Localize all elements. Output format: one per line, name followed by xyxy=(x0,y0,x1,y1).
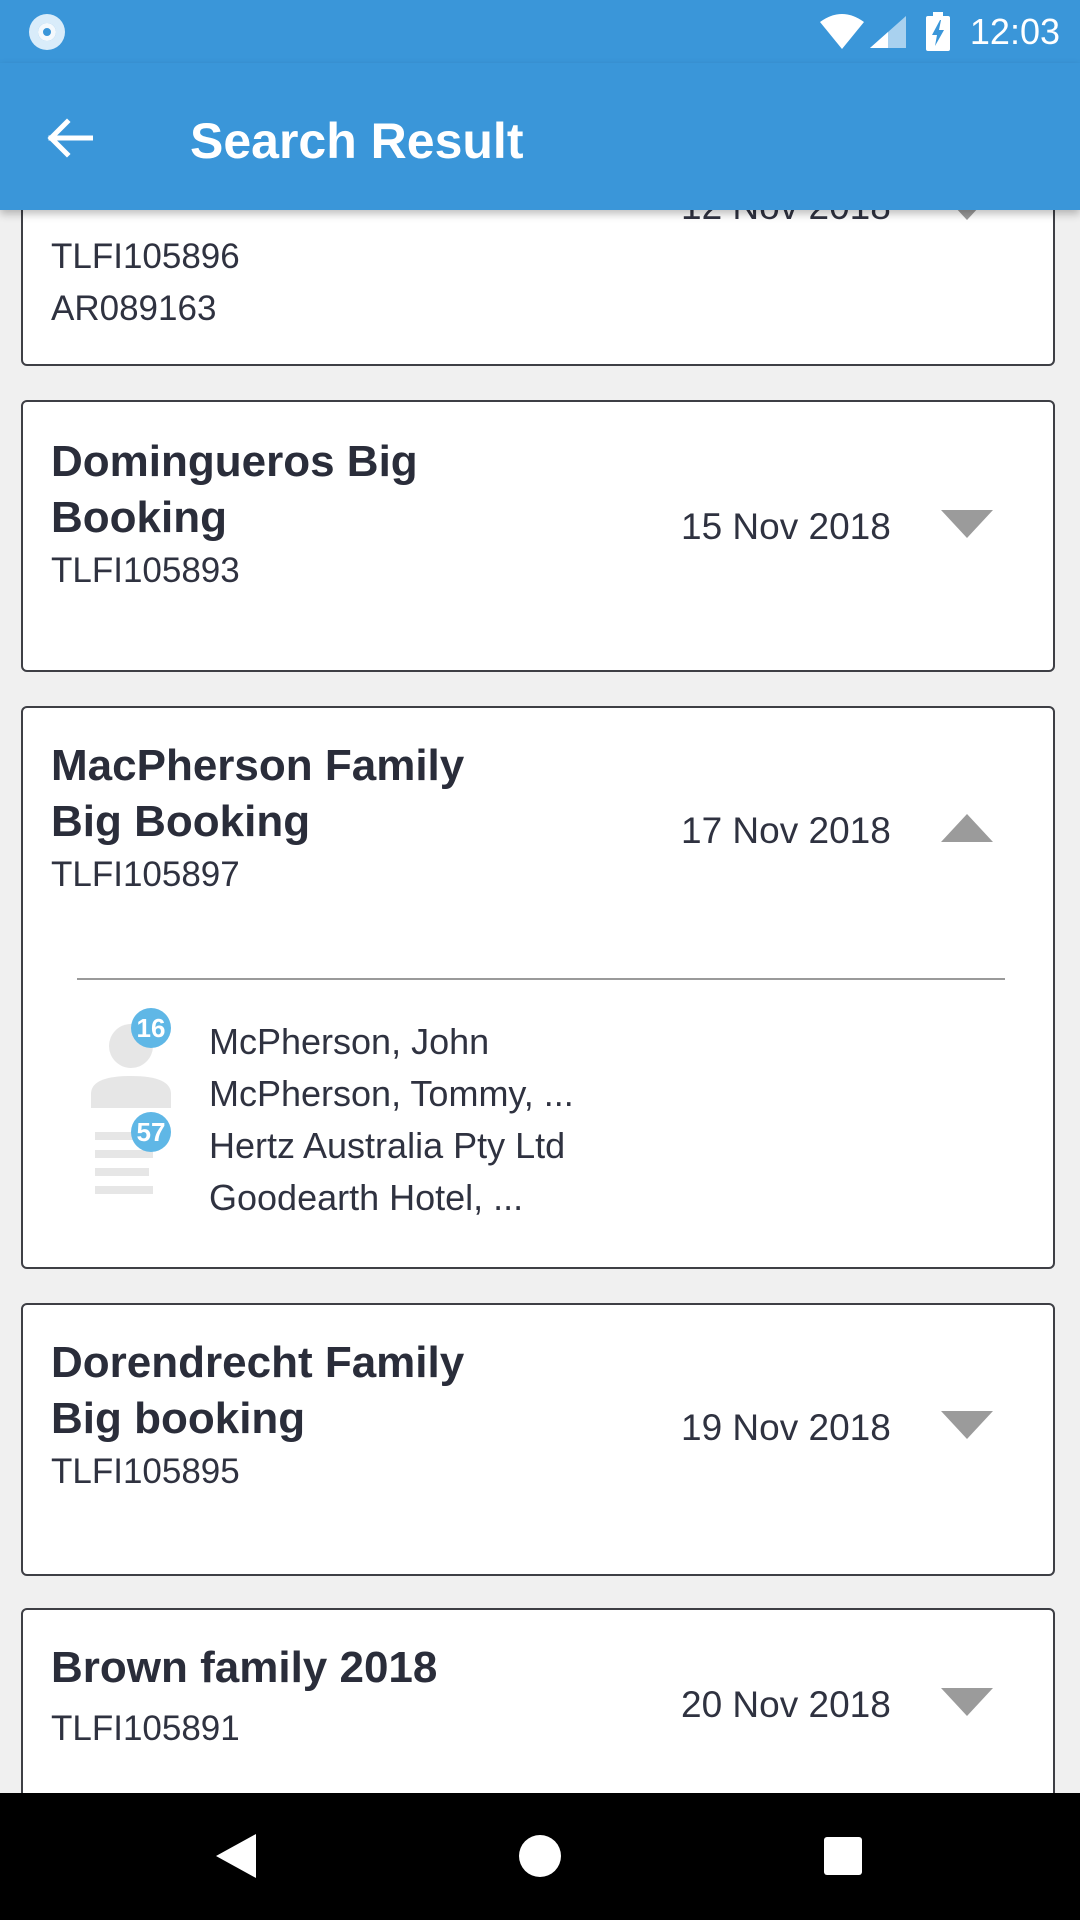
supplier-line-1: Hertz Australia Pty Ltd xyxy=(209,1125,566,1166)
booking-title: Domingueros Big Booking xyxy=(51,437,418,542)
booking-card[interactable]: Brown family 2018 TLFI105891 20 Nov 2018 xyxy=(21,1608,1055,1793)
booking-card[interactable]: TLFI105896 AR089163 12 Nov 2018 xyxy=(21,210,1055,366)
app-bar: Search Result xyxy=(0,63,1080,210)
passenger-count-badge: 16 xyxy=(131,1008,171,1048)
booking-card-expanded[interactable]: MacPherson Family Big Booking TLFI105897… xyxy=(21,706,1055,1269)
booking-ref: TLFI105895 xyxy=(51,1452,240,1491)
passenger-line-2: McPherson, Tommy, ... xyxy=(209,1073,574,1114)
nav-back-button[interactable] xyxy=(203,1823,269,1889)
booking-ref: TLFI105896 xyxy=(51,237,240,276)
square-recents-icon xyxy=(824,1837,862,1875)
wifi-icon xyxy=(819,14,864,49)
chevron-down-icon[interactable] xyxy=(941,1688,993,1718)
chevron-up-icon[interactable] xyxy=(941,814,993,844)
booking-date: 15 Nov 2018 xyxy=(681,506,891,547)
search-results-list[interactable]: TLFI105896 AR089163 12 Nov 2018 Domingue… xyxy=(0,210,1080,1793)
battery-charging-icon xyxy=(925,12,950,51)
page-title: Search Result xyxy=(190,113,524,169)
booking-date: 12 Nov 2018 xyxy=(681,210,891,232)
chevron-down-icon[interactable] xyxy=(941,510,993,540)
booking-ref-secondary: AR089163 xyxy=(51,289,217,328)
booking-ref: TLFI105897 xyxy=(51,855,240,894)
supplier-line-2: Goodearth Hotel, ... xyxy=(209,1177,524,1218)
chevron-down-icon[interactable] xyxy=(941,1411,993,1441)
booking-title: Brown family 2018 xyxy=(51,1643,438,1692)
signal-icon xyxy=(869,16,906,48)
status-bar: 12:03 xyxy=(0,0,1080,63)
notification-icon xyxy=(29,14,65,50)
passenger-line-1: McPherson, John xyxy=(209,1021,490,1062)
booking-card[interactable]: Dorendrecht Family Big booking TLFI10589… xyxy=(21,1303,1055,1576)
booking-ref: TLFI105893 xyxy=(51,551,240,590)
divider xyxy=(77,978,1005,980)
supplier-count-badge: 57 xyxy=(131,1112,171,1152)
nav-recents-button[interactable] xyxy=(810,1823,876,1889)
system-nav-bar xyxy=(0,1793,1080,1920)
circle-home-icon xyxy=(519,1835,561,1877)
booking-card[interactable]: Domingueros Big Booking TLFI105893 15 No… xyxy=(21,400,1055,672)
back-button[interactable] xyxy=(40,108,100,168)
booking-title: Dorendrecht Family Big booking xyxy=(51,1338,465,1443)
status-icons: 12:03 xyxy=(819,8,1060,56)
booking-ref: TLFI105891 xyxy=(51,1709,240,1748)
arrow-left-icon xyxy=(47,118,93,158)
chevron-down-icon[interactable] xyxy=(941,210,993,222)
status-time: 12:03 xyxy=(969,11,1060,52)
booking-date: 19 Nov 2018 xyxy=(681,1407,891,1448)
booking-title: MacPherson Family Big Booking xyxy=(51,741,465,846)
triangle-back-icon xyxy=(216,1834,256,1878)
booking-date: 20 Nov 2018 xyxy=(681,1684,891,1725)
nav-home-button[interactable] xyxy=(507,1823,573,1889)
booking-date: 17 Nov 2018 xyxy=(681,810,891,851)
